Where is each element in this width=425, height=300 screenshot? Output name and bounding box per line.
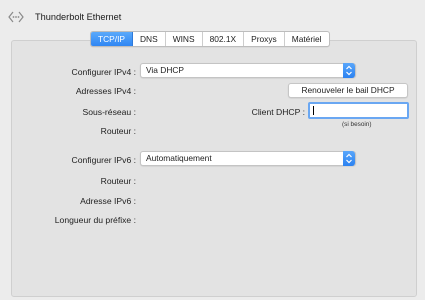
configure-ipv4-label: Configurer IPv4 :	[71, 67, 136, 77]
configure-ipv6-select[interactable]: Automatiquement	[140, 151, 356, 166]
subnet-label: Sous-réseau :	[82, 107, 136, 117]
window-title: Thunderbolt Ethernet	[35, 12, 122, 22]
text-caret	[313, 106, 314, 115]
ipv4-addresses-label: Adresses IPv4 :	[75, 86, 136, 96]
prefix-length-label: Longueur du préfixe :	[54, 215, 136, 225]
up-down-stepper-icon	[343, 151, 355, 166]
window-header: Thunderbolt Ethernet	[0, 0, 425, 34]
ipv6-router-label: Routeur :	[100, 176, 136, 186]
tab-bar: TCP/IP DNS WINS 802.1X Proxys Matériel	[90, 31, 330, 47]
ethernet-icon	[8, 11, 24, 23]
up-down-stepper-icon	[343, 63, 355, 78]
configure-ipv4-select[interactable]: Via DHCP	[140, 63, 356, 78]
configure-ipv6-value: Automatiquement	[146, 153, 212, 163]
dhcp-client-label: Client DHCP :	[251, 107, 305, 117]
tab-dns[interactable]: DNS	[133, 32, 166, 46]
renew-dhcp-lease-button[interactable]: Renouveler le bail DHCP	[288, 83, 408, 98]
configure-ipv4-value: Via DHCP	[146, 65, 185, 75]
tab-tcpip[interactable]: TCP/IP	[91, 32, 133, 46]
ipv6-address-label: Adresse IPv6 :	[80, 196, 136, 206]
dhcp-client-hint: (si besoin)	[342, 121, 372, 128]
settings-panel	[11, 40, 417, 297]
tab-wins[interactable]: WINS	[166, 32, 203, 46]
ipv4-router-label: Routeur :	[100, 126, 136, 136]
tab-proxys[interactable]: Proxys	[244, 32, 285, 46]
tab-8021x[interactable]: 802.1X	[203, 32, 245, 46]
configure-ipv6-label: Configurer IPv6 :	[71, 155, 136, 165]
dhcp-client-input[interactable]	[308, 102, 409, 119]
tab-materiel[interactable]: Matériel	[285, 32, 329, 46]
